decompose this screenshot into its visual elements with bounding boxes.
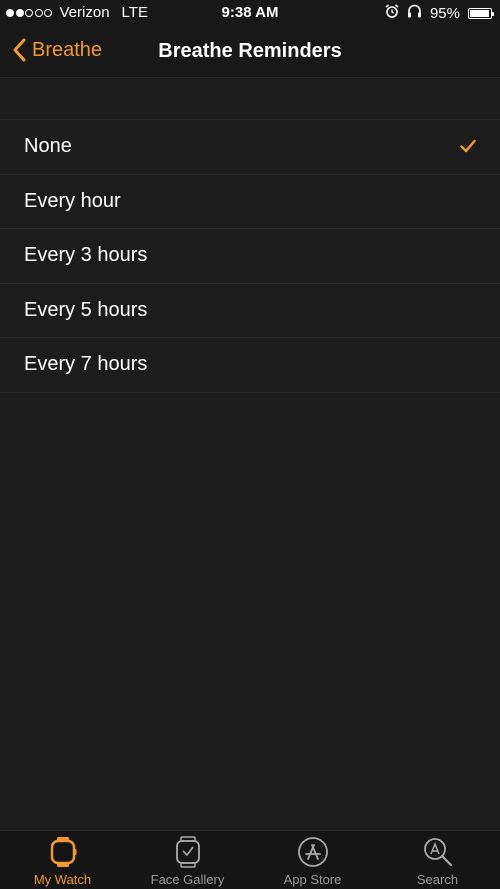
option-label: Every 5 hours bbox=[24, 298, 148, 321]
option-every-7-hours[interactable]: Every 7 hours bbox=[0, 338, 500, 393]
tab-label: My Watch bbox=[33, 872, 92, 887]
watch-icon bbox=[50, 837, 76, 867]
option-label: Every 3 hours bbox=[24, 244, 148, 267]
tab-face-gallery[interactable]: Face Gallery bbox=[125, 831, 250, 889]
headphones-icon bbox=[407, 4, 422, 22]
tab-label: Search bbox=[416, 872, 459, 887]
app-store-icon bbox=[297, 837, 328, 867]
option-none[interactable]: None bbox=[0, 120, 500, 175]
option-every-hour[interactable]: Every hour bbox=[0, 174, 500, 229]
option-label: None bbox=[24, 135, 72, 158]
battery-icon bbox=[468, 7, 494, 19]
navigation-bar: Breathe Breathe Reminders bbox=[0, 26, 500, 78]
tab-search[interactable]: Search bbox=[375, 831, 500, 889]
search-icon bbox=[423, 838, 452, 867]
battery-percent: 95% bbox=[429, 4, 460, 22]
checkmark-icon bbox=[460, 139, 476, 153]
tab-my-watch[interactable]: My Watch bbox=[0, 831, 125, 889]
option-every-5-hours[interactable]: Every 5 hours bbox=[0, 283, 500, 338]
page-title: Breathe Reminders bbox=[158, 40, 342, 62]
alarm-icon bbox=[385, 4, 399, 22]
tab-bar: My Watch Face Gallery App Store Search bbox=[0, 830, 500, 889]
option-every-3-hours[interactable]: Every 3 hours bbox=[0, 229, 500, 284]
status-right: 95% bbox=[385, 4, 494, 22]
reminder-options-list: None Every hour Every 3 hours Every 5 ho… bbox=[0, 119, 500, 393]
option-label: Every hour bbox=[24, 189, 121, 212]
battery-level bbox=[470, 9, 489, 17]
tab-app-store[interactable]: App Store bbox=[250, 831, 375, 889]
option-label: Every 7 hours bbox=[24, 353, 148, 376]
tab-label: Face Gallery bbox=[150, 872, 225, 887]
tab-label: App Store bbox=[283, 872, 342, 887]
face-gallery-icon bbox=[175, 836, 200, 868]
status-bar: Verizon LTE 9:38 AM 95% bbox=[0, 0, 500, 26]
